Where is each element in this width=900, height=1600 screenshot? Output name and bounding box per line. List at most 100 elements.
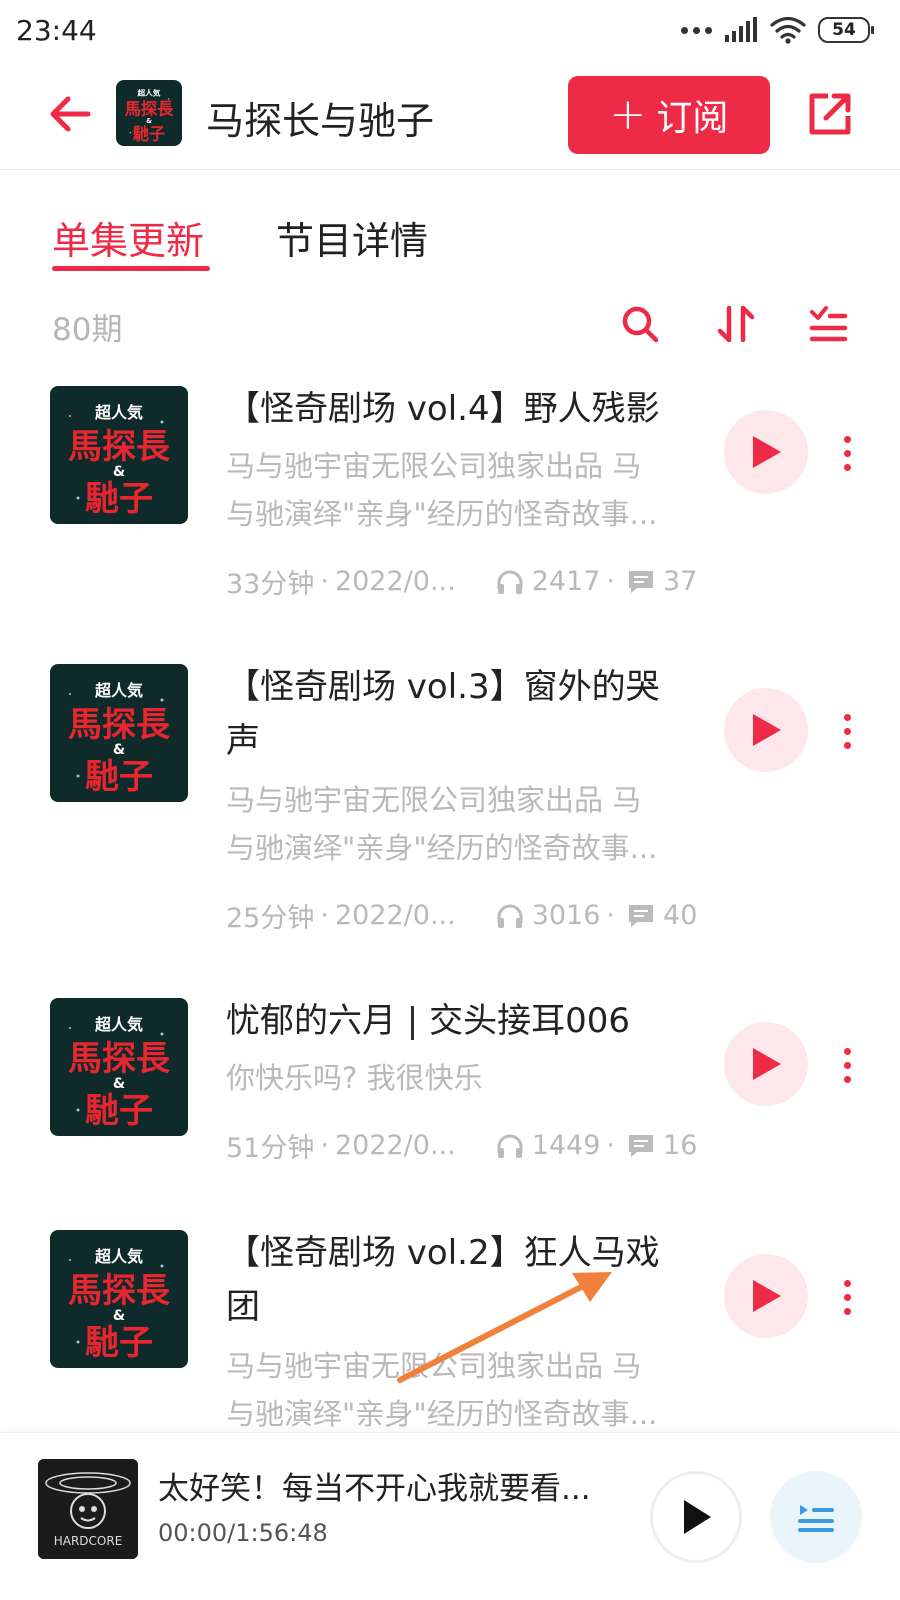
play-episode-button[interactable] [724,410,808,494]
cover-caption: 超人気 [94,403,143,422]
list-item[interactable]: 超人気 馬探長 & 馳子 忧郁的六月 | 交头接耳006 你快乐吗? 我很快乐 … [0,998,900,1168]
episode-title: 【怪奇剧场 vol.2】狂人马戏 团 [226,1230,686,1334]
play-episode-button[interactable] [724,1254,808,1338]
wifi-icon [770,16,806,44]
back-button[interactable] [44,88,96,140]
episode-duration: 51分钟 [226,1133,315,1164]
episode-cover: 超人気 馬探長 & 馳子 [50,386,188,524]
cover-caption: 超人気 [94,1247,143,1266]
play-icon [753,714,781,746]
play-count: 3016 [531,900,601,931]
play-icon [753,1048,781,1080]
cover-caption: 馳子 [85,479,153,519]
share-icon [809,93,851,135]
now-playing-time: 00:00/1:56:48 [158,1519,328,1547]
episode-title-line: 声 [226,721,260,761]
cover-caption: 超人気 [94,1015,143,1034]
episode-date: 2022/0... [334,1130,456,1161]
play-episode-button[interactable] [724,688,808,772]
battery-icon: 54 [818,17,874,43]
episode-title-line: 【怪奇剧场 vol.3】窗外的哭 [226,667,660,707]
episode-more-button[interactable] [832,428,862,478]
list-item[interactable]: 超人気 馬探長 & 馳子 【怪奇剧场 vol.2】狂人马戏 团 马与驰宇宙无限公… [0,1230,900,1432]
episode-date: 2022/0... [334,566,456,597]
cover-caption: HARDCORE [54,1534,123,1548]
now-playing-title: 太好笑！每当不开心我就要看... [158,1471,591,1507]
cover-caption: 馳子 [85,1323,153,1363]
cover-caption: 超人気 [94,681,143,700]
cover-caption: 馳子 [133,124,166,143]
cover-caption: & [113,1076,125,1092]
episode-title-line: 【怪奇剧场 vol.2】狂人马戏 [226,1233,660,1273]
sort-icon [717,305,755,343]
episode-more-button[interactable] [832,1272,862,1322]
cover-caption: & [113,1308,125,1324]
cover-caption: 馬探長 [125,99,174,118]
cover-caption: 馳子 [85,757,153,797]
podcast-title: 马探长与驰子 [206,99,435,143]
episode-title: 【怪奇剧场 vol.4】野人残影 [226,389,660,429]
plus-icon: + [609,89,647,140]
cover-caption: 馳子 [85,1091,153,1131]
active-tab-indicator [52,266,210,271]
status-bar: 23:44 54 [0,0,900,62]
play-count: 2417 [531,566,601,597]
episode-date: 2022/0... [334,900,456,931]
episode-title-line: 团 [226,1287,260,1327]
episode-duration: 25分钟 [226,903,315,934]
episode-description-line: 马与驰宇宙无限公司独家出品 马 [226,449,642,483]
headphones-icon [496,569,524,595]
episode-title: 忧郁的六月 | 交头接耳006 [226,1001,630,1041]
episode-cover: 超人気 馬探長 & 馳子 [50,1230,188,1368]
tab-episodes[interactable]: 单集更新 [52,210,204,265]
episode-description-line: 与驰演绎"亲身"经历的怪奇故事... [226,497,658,531]
episode-cover: 超人気 馬探長 & 馳子 [50,998,188,1136]
episode-meta: 51分钟 · 2022/0... 1449 · 16 [226,1126,697,1165]
meta-separator: · [320,566,329,597]
cover-caption: & [113,464,125,480]
play-episode-button[interactable] [724,1022,808,1106]
play-icon [753,1280,781,1312]
episode-more-button[interactable] [832,1040,862,1090]
subscribe-button[interactable]: + 订阅 [568,76,770,154]
subscribe-label: 订阅 [656,98,729,139]
episode-more-button[interactable] [832,706,862,756]
cover-caption: 馬探長 [68,1039,171,1079]
comment-icon [627,1133,655,1159]
headphones-icon [496,903,524,929]
search-button[interactable] [616,300,664,348]
share-button[interactable] [802,86,858,142]
checklist-icon [809,306,848,342]
cover-caption: 超人気 [137,87,161,97]
cover-caption: 馬探長 [68,705,171,745]
back-arrow-icon [50,96,91,132]
tab-details[interactable]: 节目详情 [276,210,428,265]
comment-icon [627,903,655,929]
episode-description: 马与驰宇宙无限公司独家出品 马 与驰演绎"亲身"经历的怪奇故事... [226,776,696,872]
batch-select-button[interactable] [804,300,852,348]
meta-separator: · [606,1130,616,1161]
list-item[interactable]: 超人気 馬探長 & 馳子 【怪奇剧场 vol.4】野人残影 马与驰宇宙无限公司独… [0,386,900,606]
meta-separator: · [606,900,616,931]
episode-list-toolbar: 80期 [0,296,900,356]
cover-caption: 馬探長 [68,427,171,467]
battery-level: 54 [832,20,856,40]
sort-button[interactable] [712,300,760,348]
cover-caption: 馬探長 [68,1271,171,1311]
mini-player-play-button[interactable] [650,1471,742,1563]
list-item[interactable]: 超人気 馬探長 & 馳子 【怪奇剧场 vol.3】窗外的哭 声 马与驰宇宙无限公… [0,664,900,934]
cover-caption: & [113,742,125,758]
podcast-cover-thumbnail: 超人気 馬探長 & 馳子 [116,80,182,146]
playlist-icon [798,1505,834,1532]
comment-icon [627,569,655,595]
playlist-button[interactable] [770,1471,862,1563]
play-icon [684,1500,711,1534]
episode-description-line: 与驰演绎"亲身"经历的怪奇故事... [226,1397,658,1431]
meta-separator: · [320,900,329,931]
app-header: 超人気 馬探長 & 馳子 马探长与驰子 + 订阅 [0,62,900,170]
mini-player[interactable]: HARDCORE 太好笑！每当不开心我就要看... 00:00/1:56:48 [0,1432,900,1600]
tab-bar: 单集更新 节目详情 [0,200,900,280]
status-icons: 54 [681,16,874,44]
more-dots-icon [681,26,712,34]
episode-description-line: 马与驰宇宙无限公司独家出品 马 [226,783,642,817]
